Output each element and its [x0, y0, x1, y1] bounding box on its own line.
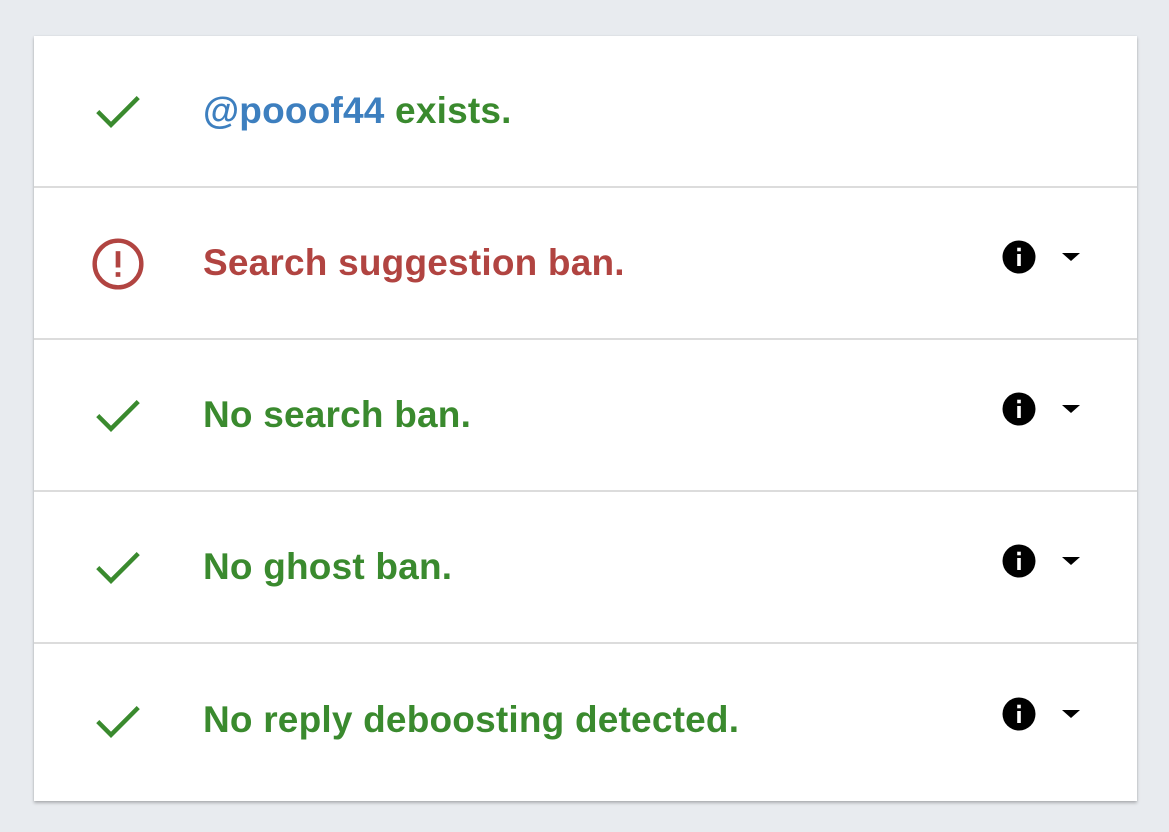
- chevron-down-icon[interactable]: [1059, 549, 1083, 573]
- result-row-search-suggestion-ban: Search suggestion ban.: [34, 188, 1137, 340]
- result-label: @pooof44 exists.: [203, 90, 512, 132]
- chevron-down-icon[interactable]: [1059, 245, 1083, 269]
- result-label: No ghost ban.: [203, 546, 453, 587]
- results-card: @pooof44 exists. Search suggestion ban.: [34, 36, 1137, 801]
- info-icon[interactable]: [1001, 239, 1037, 275]
- username-handle: @pooof44: [203, 90, 385, 131]
- result-text: exists.: [384, 90, 512, 131]
- check-icon: [90, 540, 146, 596]
- check-icon: [90, 388, 146, 444]
- result-label: Search suggestion ban.: [203, 242, 625, 283]
- chevron-down-icon[interactable]: [1059, 702, 1083, 726]
- result-row-search-ban: No search ban.: [34, 340, 1137, 492]
- info-icon[interactable]: [1001, 543, 1037, 579]
- chevron-down-icon[interactable]: [1059, 397, 1083, 421]
- check-icon: [90, 84, 146, 140]
- check-icon: [90, 694, 146, 750]
- result-row-account-exists: @pooof44 exists.: [34, 36, 1137, 188]
- info-icon[interactable]: [1001, 696, 1037, 732]
- result-label: No search ban.: [203, 394, 472, 435]
- alert-circle-icon: [90, 236, 146, 292]
- result-row-reply-deboosting: No reply deboosting detected.: [34, 644, 1137, 801]
- result-row-ghost-ban: No ghost ban.: [34, 492, 1137, 644]
- info-icon[interactable]: [1001, 391, 1037, 427]
- result-label: No reply deboosting detected.: [203, 699, 740, 740]
